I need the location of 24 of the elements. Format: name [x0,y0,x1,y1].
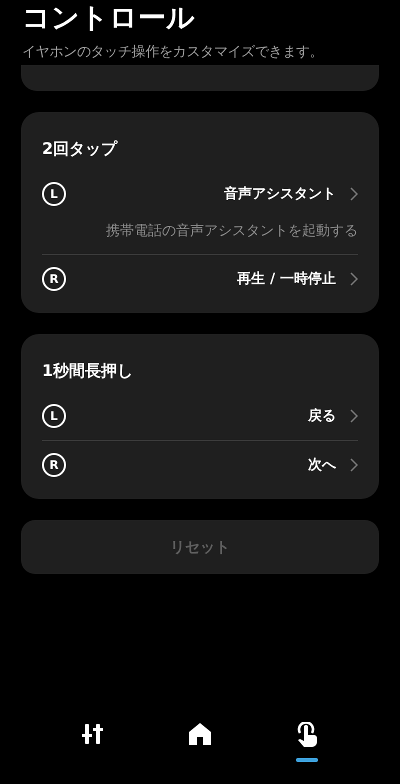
home-icon [188,722,212,746]
earbud-side-icon: R [42,453,66,477]
setting-value: 音声アシスタント [224,185,336,203]
chevron-icon [350,458,358,472]
chevron-icon [350,272,358,286]
chevron-icon [350,409,358,423]
setting-value: 戻る [308,407,336,425]
earbud-side-icon: L [42,404,66,428]
setting-value: 再生 / 一時停止 [237,270,336,288]
section-title: 1秒間長押し [42,360,134,382]
sliders-icon [81,722,106,746]
setting-row[interactable]: R 再生 / 一時停止 [42,254,358,303]
section-title: 2回タップ [42,138,119,160]
setting-row[interactable]: R 次へ [42,440,358,489]
touch-icon [294,722,319,748]
page-title: コントロール [22,0,196,36]
earbud-side-icon: R [42,267,66,291]
page-subtitle: イヤホンのタッチ操作をカスタマイズできます。 [22,43,324,62]
setting-row[interactable]: L 戻る [42,392,358,440]
setting-row[interactable]: L 音声アシスタント 携帯電話の音声アシスタントを起動する [42,170,358,254]
setting-value: 次へ [308,456,336,474]
setting-description: 携帯電話の音声アシスタントを起動する [106,222,358,240]
earbud-side-icon: L [42,182,66,206]
chevron-icon [350,187,358,201]
